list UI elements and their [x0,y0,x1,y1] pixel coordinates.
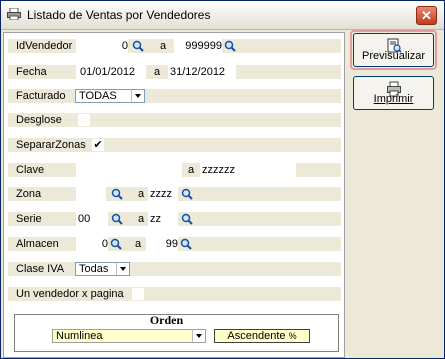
chevron-down-icon[interactable] [131,90,144,102]
search-icon[interactable] [111,188,123,200]
orden-title: Orden [149,313,184,327]
serie-a-label: a [138,213,145,225]
imprimir-label: Imprimir [373,93,414,105]
chevron-down-icon[interactable] [192,330,205,342]
report-window: Listado de Ventas por Vendedores ✕ IdVen… [0,0,445,359]
action-sidebar: Previsualizar Imprimir [347,30,442,358]
serie-to-input[interactable]: zz [148,212,178,226]
search-icon[interactable] [132,40,144,52]
search-icon[interactable] [111,213,123,225]
fecha-a-label: a [154,66,161,78]
title-bar[interactable]: Listado de Ventas por Vendedores ✕ [1,1,444,30]
previsualizar-button[interactable]: Previsualizar [353,33,434,67]
clave-to-input[interactable]: zzzzzz [200,163,296,177]
search-icon[interactable] [181,213,193,225]
sort-order-toggle[interactable]: Ascendente % [214,329,310,343]
almacen-to-input[interactable]: 99 [146,237,178,251]
zona-label: Zona [16,188,42,200]
fecha-label: Fecha [16,66,47,78]
clase-iva-value: Todas [79,263,109,275]
facturado-value: TODAS [79,90,117,102]
orden-select[interactable]: Numlinea [52,329,206,343]
close-button[interactable]: ✕ [416,6,437,25]
zona-to-input[interactable]: zzzz [148,187,178,201]
clave-from-input[interactable] [76,163,182,177]
sort-order-suffix: % [288,331,297,341]
almacen-a-label: a [135,238,142,250]
window-title: Listado de Ventas por Vendedores [27,8,211,22]
search-icon[interactable] [181,188,193,200]
idvendedor-to-input[interactable]: 999999 [174,39,222,53]
separarzonas-label: SepararZonas [16,139,86,151]
clase-iva-label: Clase IVA [16,263,65,275]
facturado-select[interactable]: TODAS [75,89,145,103]
un-vendedor-checkbox[interactable] [132,288,144,300]
printer-icon [7,7,21,21]
filter-panel: IdVendedor 0 a 999999 Fecha 01/01/2012 a… [3,32,345,358]
clave-label: Clave [16,164,45,176]
sort-order-label: Ascendente [227,330,286,342]
clase-iva-select[interactable]: Todas [75,262,130,276]
serie-label: Serie [16,213,42,225]
un-vendedor-label: Un vendedor x pagina [16,288,124,300]
search-icon[interactable] [224,40,236,52]
fecha-to-input[interactable]: 31/12/2012 [168,65,236,79]
imprimir-button[interactable]: Imprimir [353,76,434,110]
idvendedor-label: IdVendedor [16,40,73,52]
almacen-from-input[interactable]: 0 [76,237,108,251]
previsualizar-label: Previsualizar [362,50,425,62]
chevron-down-icon[interactable] [116,263,129,275]
orden-value: Numlinea [56,330,103,342]
idvendedor-a-label: a [160,40,167,52]
clave-a-label: a [188,164,195,176]
desglose-checkbox[interactable] [78,114,90,126]
search-icon[interactable] [110,238,122,250]
zona-from-input[interactable] [76,187,106,201]
serie-from-input[interactable]: 00 [76,212,108,226]
fecha-from-input[interactable]: 01/01/2012 [76,65,146,79]
idvendedor-from-input[interactable]: 0 [76,39,128,53]
facturado-label: Facturado [16,90,66,102]
search-icon[interactable] [180,238,192,250]
almacen-label: Almacen [16,238,59,250]
desglose-label: Desglose [16,114,62,126]
zona-a-label: a [138,188,145,200]
separarzonas-checkbox[interactable]: ✔ [92,139,104,151]
